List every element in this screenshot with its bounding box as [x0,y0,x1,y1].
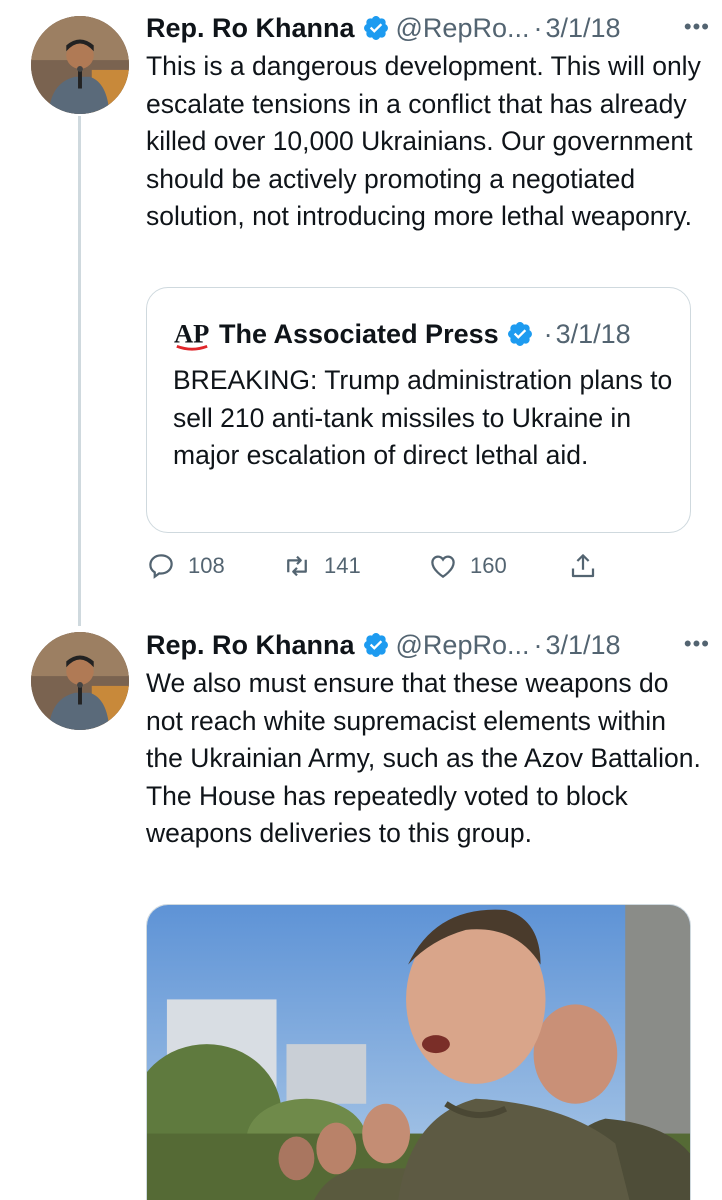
tweet-actions: 108 141 160 [146,546,606,586]
reply-icon [149,554,173,579]
retweet-count: 141 [324,553,361,578]
tweet-text: We also must ensure that these weapons d… [146,668,701,848]
tweet-media-photo[interactable] [146,904,691,1200]
author-name[interactable]: Rep. Ro Khanna [146,13,355,44]
tweet-header: Rep. Ro Khanna @RepRo... · 3/1/18 [146,8,712,48]
author-handle[interactable]: @RepRo... [396,13,530,44]
retweet-button[interactable]: 141 [282,546,361,586]
more-options-icon[interactable]: ••• [684,14,710,40]
verified-badge-icon [507,322,532,346]
separator-dot: · [543,318,553,349]
quoted-author-name: The Associated Press [219,318,499,349]
avatar[interactable] [31,632,129,730]
author-handle[interactable]: @RepRo... [396,630,530,661]
share-button[interactable] [568,546,598,586]
like-button[interactable]: 160 [428,546,507,586]
separator-dot: · [533,12,543,43]
ap-logo-icon: AP [174,319,209,351]
more-options-icon[interactable]: ••• [684,631,710,657]
tweet-1[interactable]: Rep. Ro Khanna @RepRo... · 3/1/18 ••• Th… [0,0,722,600]
quoted-tweet-header: AP The Associated Press · 3/1/18 [173,316,631,352]
verified-badge-icon [363,16,388,40]
verified-badge-icon [363,633,388,657]
svg-text:AP: AP [174,319,209,349]
quoted-tweet-text: BREAKING: Trump administration plans to … [173,365,673,470]
tweet-date[interactable]: 3/1/18 [545,13,620,44]
like-count: 160 [470,553,507,578]
quoted-tweet[interactable]: AP The Associated Press · 3/1/18 BREAKIN… [146,287,691,533]
author-name[interactable]: Rep. Ro Khanna [146,630,355,661]
tweet-date[interactable]: 3/1/18 [545,630,620,661]
avatar[interactable] [31,16,129,114]
heart-icon [431,555,455,578]
separator-dot: · [533,629,543,660]
reply-button[interactable]: 108 [146,546,225,586]
tweet-text: This is a dangerous development. This wi… [146,51,701,231]
photo-image [147,905,690,1200]
tweet-header: Rep. Ro Khanna @RepRo... · 3/1/18 [146,625,712,665]
avatar-image [31,632,129,730]
reply-count: 108 [188,553,225,578]
avatar-image [31,16,129,114]
share-icon [571,554,595,578]
retweet-icon [287,555,307,577]
quoted-tweet-date: 3/1/18 [555,318,631,349]
